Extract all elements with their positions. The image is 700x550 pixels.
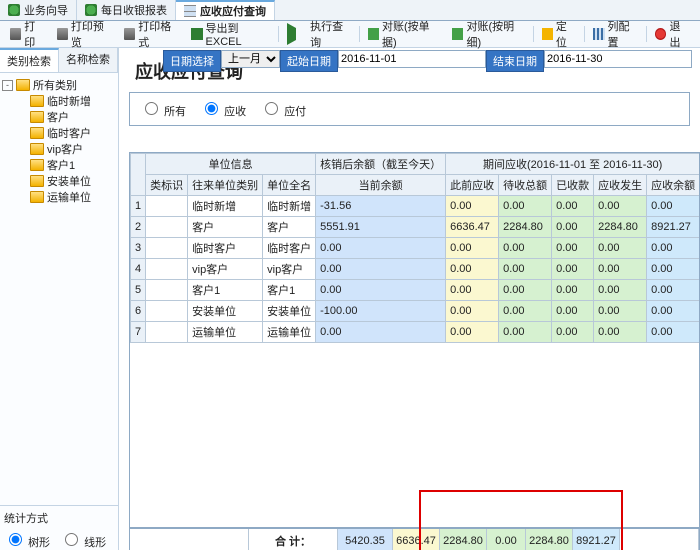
verify-by-detail-icon [452, 28, 463, 40]
print-icon [10, 28, 21, 40]
date-range-label: 日期选择 [163, 50, 221, 72]
table-row[interactable]: 6安装单位安装单位-100.000.000.000.000.000.00 [131, 301, 700, 322]
verify-by-detail-button[interactable]: 对账(按明细) [448, 17, 529, 51]
folder-icon [30, 143, 44, 155]
exit-icon [655, 28, 666, 40]
folder-icon [30, 127, 44, 139]
print-format-icon [124, 28, 135, 40]
print-button[interactable]: 打印 [6, 17, 49, 51]
folder-icon [16, 79, 30, 91]
verify-by-doc-button[interactable]: 对账(按单据) [364, 17, 445, 51]
date-end-input[interactable] [544, 50, 692, 68]
tree-expand-icon[interactable]: - [2, 80, 13, 91]
execute-button[interactable]: 执行查询 [283, 17, 355, 51]
col-config-icon [593, 28, 604, 40]
filter-all-radio[interactable]: 所有 [140, 99, 186, 119]
footer-occ: 2284.80 [526, 529, 573, 550]
stat-mode-title: 统计方式 [4, 510, 114, 526]
col-group-unit: 单位信息 [146, 154, 316, 175]
table-row[interactable]: 2客户客户5551.916636.472284.800.002284.80892… [131, 217, 700, 238]
category-tree: -所有类别临时新增客户临时客户vip客户客户1安装单位运输单位 [0, 73, 118, 505]
export-excel-button[interactable]: 导出到EXCEL [187, 19, 274, 49]
top-tab[interactable]: 应收应付查询 [176, 0, 275, 20]
execute-icon [287, 23, 307, 45]
footer-pre: 6636.47 [393, 529, 440, 550]
locate-icon [542, 28, 553, 40]
footer-bal: 5420.35 [338, 529, 393, 550]
data-grid: 单位信息 核销后余额（截至今天） 期间应收(2016-11-01 至 2016-… [130, 153, 700, 343]
exit-button[interactable]: 退出 [651, 17, 694, 51]
table-row[interactable]: 5客户1客户10.000.000.000.000.000.00 [131, 280, 700, 301]
folder-icon [30, 191, 44, 203]
tab-category-search[interactable]: 类别检索 [0, 48, 59, 72]
tree-node[interactable]: 客户1 [2, 157, 116, 173]
folder-icon [30, 175, 44, 187]
data-grid-wrap[interactable]: 单位信息 核销后余额（截至今天） 期间应收(2016-11-01 至 2016-… [129, 152, 700, 528]
tree-node[interactable]: 运输单位 [2, 189, 116, 205]
table-row[interactable]: 4vip客户vip客户0.000.000.000.000.000.00 [131, 259, 700, 280]
date-range-header: 日期选择 上一月 起始日期 结束日期 [163, 50, 692, 72]
date-preset-select[interactable]: 上一月 [221, 50, 280, 68]
date-end-label: 结束日期 [486, 50, 544, 72]
date-start-input[interactable] [338, 50, 486, 68]
footer-totals: 合 计： 5420.35 6636.47 2284.80 0.00 2284.8… [129, 528, 700, 550]
tab-icon [184, 5, 196, 17]
col-group-period: 期间应收(2016-11-01 至 2016-11-30) [446, 154, 700, 175]
filter-recv-radio[interactable]: 应收 [200, 99, 246, 119]
date-start-label: 起始日期 [280, 50, 338, 72]
table-row[interactable]: 7运输单位运输单位0.000.000.000.000.000.00 [131, 322, 700, 343]
left-panel: 类别检索 名称检索 -所有类别临时新增客户临时客户vip客户客户1安装单位运输单… [0, 48, 119, 550]
filter-pay-radio[interactable]: 应付 [260, 99, 306, 119]
print-preview-button[interactable]: 打印预览 [53, 17, 116, 51]
tab-icon [8, 4, 20, 16]
footer-rem: 8921.27 [573, 529, 620, 550]
tab-name-search[interactable]: 名称检索 [59, 48, 118, 72]
stat-line-radio[interactable]: 线形 [60, 530, 106, 550]
print-preview-icon [57, 28, 68, 40]
table-row[interactable]: 1临时新增临时新增-31.560.000.000.000.000.00 [131, 196, 700, 217]
tree-node[interactable]: 临时新增 [2, 93, 116, 109]
folder-icon [30, 95, 44, 107]
tree-node[interactable]: vip客户 [2, 141, 116, 157]
table-row[interactable]: 3临时客户临时客户0.000.000.000.000.000.00 [131, 238, 700, 259]
footer-pend: 2284.80 [440, 529, 487, 550]
folder-icon [30, 159, 44, 171]
footer-total-label: 合 计： [249, 529, 338, 550]
col-config-button[interactable]: 列配置 [589, 17, 642, 51]
tree-node[interactable]: 临时客户 [2, 125, 116, 141]
stat-mode-box: 统计方式 树形 线形 [0, 505, 118, 550]
footer-paid: 0.00 [487, 529, 526, 550]
locate-button[interactable]: 定位 [538, 17, 581, 51]
print-format-button[interactable]: 打印格式 [120, 17, 183, 51]
tab-icon [85, 4, 97, 16]
tree-node[interactable]: 客户 [2, 109, 116, 125]
verify-by-doc-icon [368, 28, 379, 40]
right-panel: 日期选择 上一月 起始日期 结束日期 应收应付查询 所有 应收 应付 单位信息 … [119, 48, 700, 550]
toolbar: 打印打印预览打印格式导出到EXCEL执行查询对账(按单据)对账(按明细)定位列配… [0, 21, 700, 48]
tree-node[interactable]: 安装单位 [2, 173, 116, 189]
filter-row: 所有 应收 应付 [129, 92, 690, 126]
stat-tree-radio[interactable]: 树形 [4, 530, 50, 550]
export-excel-icon [191, 28, 202, 40]
tree-node[interactable]: -所有类别 [2, 77, 116, 93]
folder-icon [30, 111, 44, 123]
col-group-balance: 核销后余额（截至今天） [316, 154, 446, 175]
